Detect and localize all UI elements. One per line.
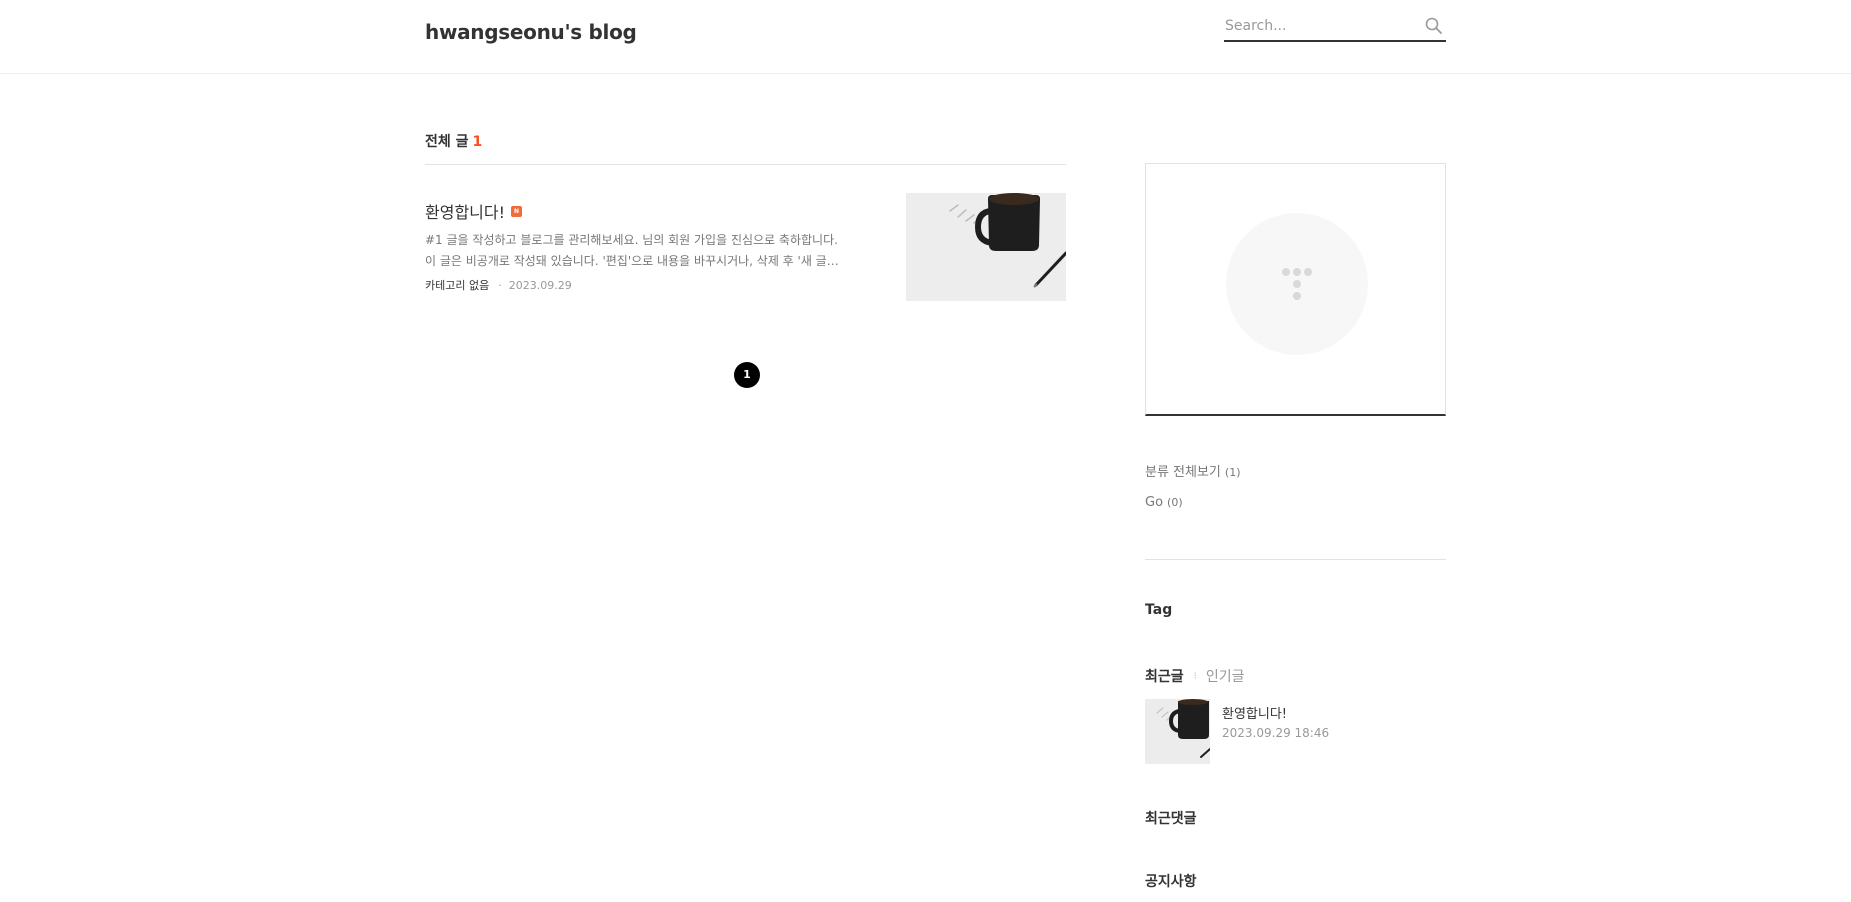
category-all[interactable]: 분류 전체보기 (1) — [1145, 461, 1241, 480]
tab-separator: ⁝ — [1193, 670, 1197, 682]
post-excerpt: #1 글을 작성하고 블로그를 관리해보세요. 님의 회원 가입을 진심으로 축… — [425, 230, 870, 272]
post-title-text: 환영합니다! — [425, 203, 506, 222]
post-category[interactable]: 카테고리 없음 — [425, 279, 489, 292]
post-count: 1 — [472, 134, 483, 150]
post-thumbnail[interactable] — [906, 193, 1066, 301]
category-go[interactable]: Go (0) — [1145, 495, 1183, 510]
recent-comments-heading: 최근댓글 — [1145, 811, 1197, 827]
post-title[interactable]: 환영합니다! N — [425, 199, 523, 223]
search-input[interactable] — [1225, 16, 1415, 36]
coffee-mug-image — [1145, 699, 1210, 764]
coffee-mug-image — [906, 193, 1066, 301]
post-list-heading: 전체 글1 — [425, 131, 482, 151]
tag-heading: Tag — [1145, 602, 1173, 618]
recent-post-thumbnail[interactable] — [1145, 699, 1210, 764]
notice-heading: 공지사항 — [1145, 874, 1197, 890]
pagination-current-page[interactable]: 1 — [734, 362, 760, 388]
recent-post-date: 2023.09.29 18:46 — [1222, 726, 1330, 740]
search-box — [1224, 13, 1446, 42]
category-label: 분류 전체보기 — [1145, 465, 1221, 480]
recent-popular-tabs: 최근글 ⁝ 인기글 — [1145, 666, 1244, 686]
new-badge-icon: N — [511, 205, 523, 217]
category-count: (0) — [1167, 496, 1183, 509]
tistory-logo-icon — [1282, 268, 1312, 300]
post-excerpt-line: 이 글은 비공개로 작성돼 있습니다. '편집'으로 내용을 바꾸시거나, 삭제… — [425, 254, 839, 268]
profile-box — [1145, 163, 1446, 416]
meta-separator: · — [498, 279, 502, 292]
post-item[interactable]: 환영합니다! N #1 글을 작성하고 블로그를 관리해보세요. 님의 회원 가… — [425, 192, 1066, 302]
recent-post-item[interactable]: 환영합니다! 2023.09.29 18:46 — [1145, 699, 1446, 764]
post-excerpt-line: #1 글을 작성하고 블로그를 관리해보세요. 님의 회원 가입을 진심으로 축… — [425, 233, 838, 247]
header: hwangseonu's blog — [0, 0, 1851, 74]
category-label: Go — [1145, 495, 1164, 510]
recent-post-title[interactable]: 환영합니다! — [1222, 703, 1287, 722]
avatar[interactable] — [1226, 213, 1368, 355]
divider — [425, 164, 1066, 165]
tab-popular-posts[interactable]: 인기글 — [1206, 666, 1245, 686]
post-date: 2023.09.29 — [508, 279, 572, 292]
post-meta: 카테고리 없음 · 2023.09.29 — [425, 277, 572, 293]
search-icon[interactable] — [1424, 16, 1444, 36]
divider — [1145, 559, 1446, 560]
category-count: (1) — [1224, 466, 1241, 479]
post-list-label: 전체 글 — [425, 134, 469, 150]
blog-title[interactable]: hwangseonu's blog — [425, 20, 637, 44]
tab-recent-posts[interactable]: 최근글 — [1145, 666, 1184, 686]
